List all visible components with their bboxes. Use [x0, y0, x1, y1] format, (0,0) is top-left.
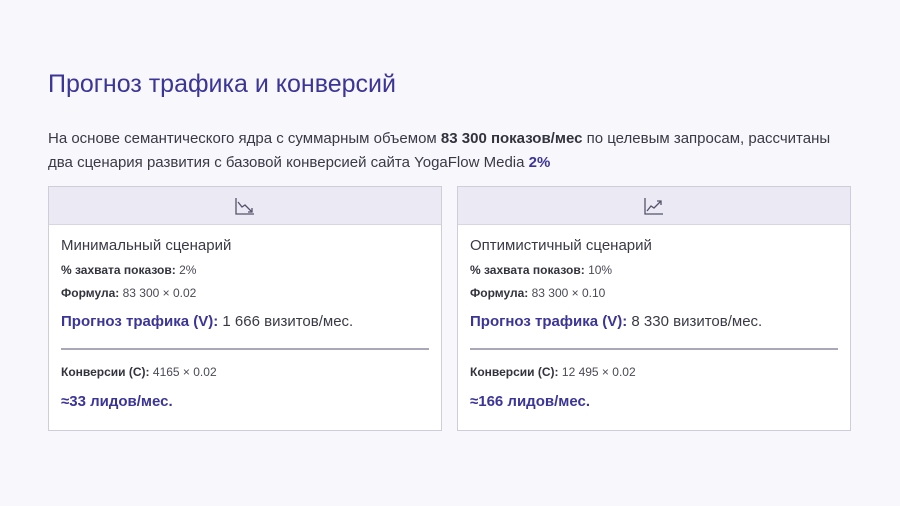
intro-conversion: 2% [528, 154, 551, 171]
card-body: Оптимистичный сценарий % захвата показов… [458, 225, 850, 410]
capture-label: % захвата показов: [470, 263, 585, 277]
page-title: Прогноз трафика и конверсий [48, 70, 396, 98]
intro-paragraph: На основе семантического ядра с суммарны… [48, 127, 858, 175]
trend-down-icon [235, 197, 254, 215]
conversions-label: Конверсии (C): [470, 365, 559, 379]
conversions-row: Конверсии (C): 12 495 × 0.02 [470, 365, 838, 379]
conversions-row: Конверсии (C): 4165 × 0.02 [61, 365, 429, 379]
card-header [49, 187, 441, 225]
conversions-value: 4165 × 0.02 [152, 365, 217, 379]
divider [61, 348, 429, 350]
formula-label: Формула: [470, 286, 529, 300]
formula-label: Формула: [61, 286, 120, 300]
traffic-label: Прогноз трафика (V): [61, 313, 219, 330]
traffic-row: Прогноз трафика (V): 1 666 визитов/мес. [61, 313, 429, 330]
intro-volume: 83 300 показов/мес [440, 130, 583, 147]
formula-value: 83 300 × 0.10 [531, 286, 606, 300]
capture-row: % захвата показов: 2% [61, 263, 429, 277]
traffic-row: Прогноз трафика (V): 8 330 визитов/мес. [470, 313, 838, 330]
card-header [458, 187, 850, 225]
scenario-name: Оптимистичный сценарий [470, 237, 652, 254]
conversions-label: Конверсии (C): [61, 365, 150, 379]
scenario-card-optimistic: Оптимистичный сценарий % захвата показов… [457, 186, 851, 431]
trend-up-icon [644, 197, 663, 215]
capture-label: % захвата показов: [61, 263, 176, 277]
conversions-value: 12 495 × 0.02 [561, 365, 636, 379]
divider [470, 348, 838, 350]
formula-row: Формула: 83 300 × 0.10 [470, 286, 838, 300]
leads-value: ≈33 лидов/мес. [61, 393, 173, 410]
card-body: Минимальный сценарий % захвата показов: … [49, 225, 441, 410]
leads-value: ≈166 лидов/мес. [470, 393, 590, 410]
capture-value: 2% [179, 263, 197, 277]
capture-row: % захвата показов: 10% [470, 263, 838, 277]
formula-value: 83 300 × 0.02 [122, 286, 197, 300]
intro-text-1: На основе семантического ядра с суммарны… [48, 130, 441, 147]
capture-value: 10% [588, 263, 613, 277]
traffic-label: Прогноз трафика (V): [470, 313, 628, 330]
scenario-card-minimal: Минимальный сценарий % захвата показов: … [48, 186, 442, 431]
traffic-value: 8 330 визитов/мес. [631, 313, 763, 330]
traffic-value: 1 666 визитов/мес. [222, 313, 354, 330]
formula-row: Формула: 83 300 × 0.02 [61, 286, 429, 300]
scenario-name: Минимальный сценарий [61, 237, 232, 254]
